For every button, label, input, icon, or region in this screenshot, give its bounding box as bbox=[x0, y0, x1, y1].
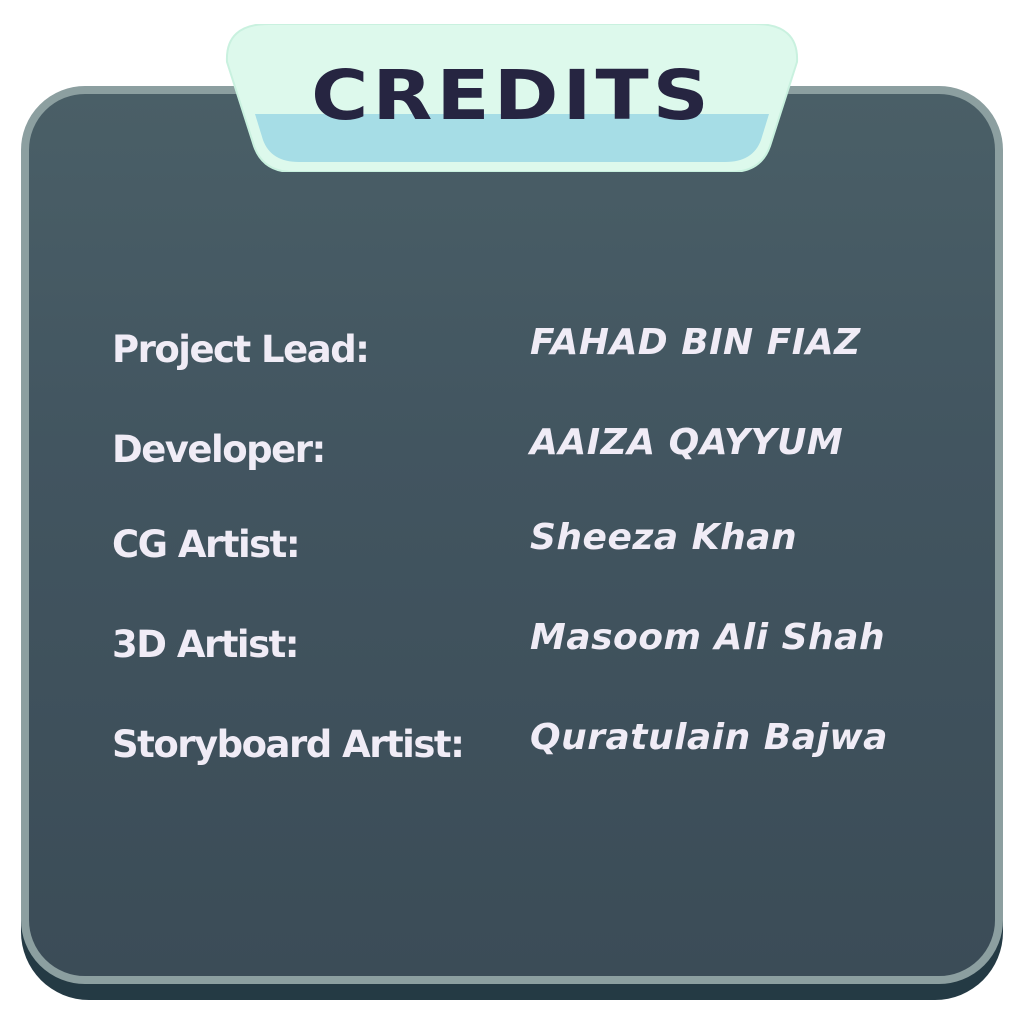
credit-name: Masoom Ali Shah bbox=[530, 617, 886, 658]
credit-row-3d-artist: 3D Artist: Masoom Ali Shah bbox=[112, 617, 932, 683]
credits-header-tab: CREDITS bbox=[225, 24, 799, 172]
credit-name: AAIZA QAYYUM bbox=[530, 422, 844, 463]
credit-role: 3D Artist: bbox=[112, 623, 300, 666]
credit-role: Storyboard Artist: bbox=[112, 723, 465, 766]
credit-row-project-lead: Project Lead: FAHAD BIN FIAZ bbox=[112, 322, 932, 388]
credit-role: Developer: bbox=[112, 428, 326, 471]
credit-row-developer: Developer: AAIZA QAYYUM bbox=[112, 422, 932, 488]
credit-role: CG Artist: bbox=[112, 523, 301, 566]
credit-name: FAHAD BIN FIAZ bbox=[530, 322, 861, 363]
credit-role: Project Lead: bbox=[112, 328, 370, 371]
credit-name: Quratulain Bajwa bbox=[530, 717, 888, 758]
credit-row-storyboard-artist: Storyboard Artist: Quratulain Bajwa bbox=[112, 717, 932, 783]
credit-row-cg-artist: CG Artist: Sheeza Khan bbox=[112, 517, 932, 583]
page-title: CREDITS bbox=[311, 56, 713, 136]
credit-name: Sheeza Khan bbox=[530, 517, 798, 558]
